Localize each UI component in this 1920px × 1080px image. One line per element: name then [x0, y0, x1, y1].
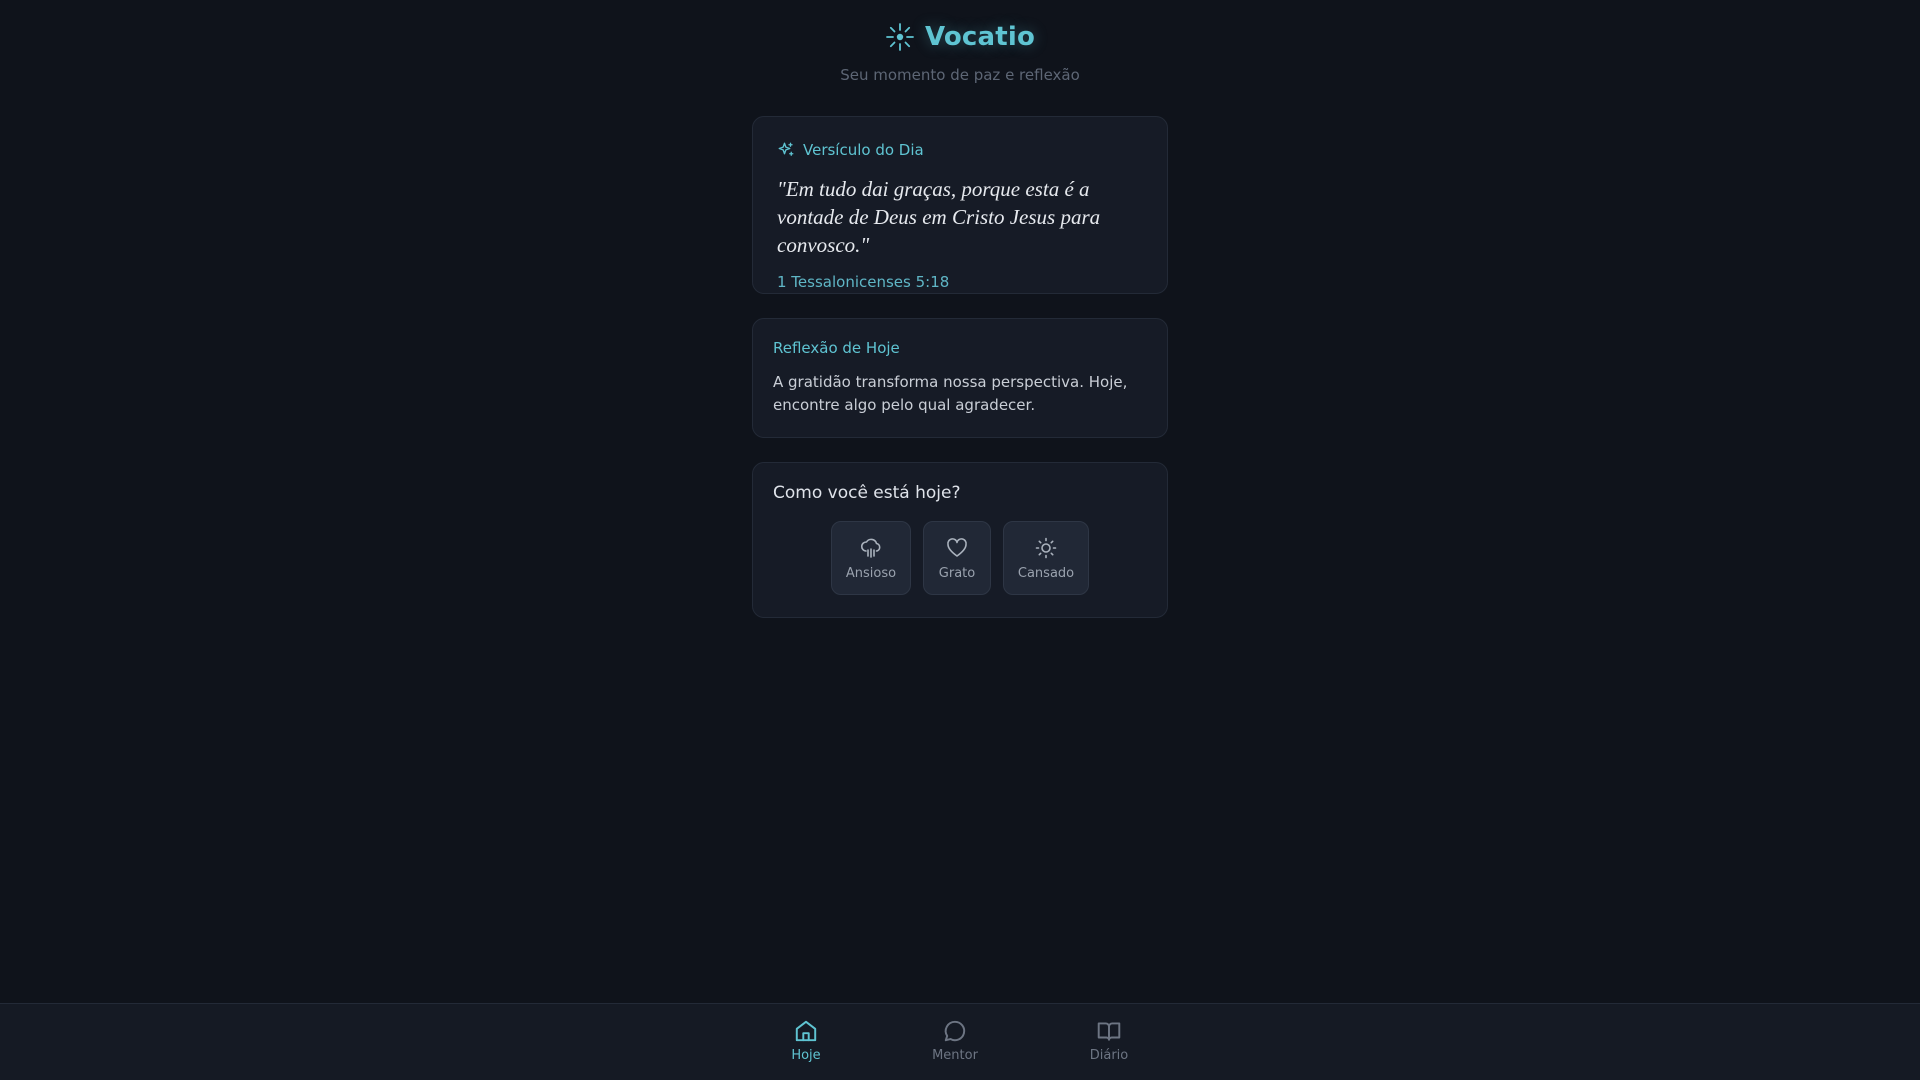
- mood-label: Grato: [938, 565, 976, 581]
- verse-label: Versículo do Dia: [777, 141, 1143, 159]
- verse-reference: 1 Tessalonicenses 5:18: [777, 273, 950, 291]
- chat-bubble-icon: [942, 1018, 968, 1044]
- mood-options: Ansioso Grato Cansado: [773, 521, 1147, 595]
- mood-button-ansioso[interactable]: Ansioso: [831, 521, 911, 595]
- nav-item-hoje[interactable]: Hoje: [766, 1018, 846, 1063]
- cloud-rain-icon: [859, 536, 883, 560]
- reflection-text: A gratidão transforma nossa perspectiva.…: [773, 373, 1128, 414]
- nav-label: Hoje: [791, 1048, 821, 1063]
- nav-item-mentor[interactable]: Mentor: [915, 1018, 995, 1063]
- mood-label: Ansioso: [845, 565, 897, 581]
- reflection-title: Reflexão de Hoje: [773, 339, 900, 357]
- mood-card: Como você está hoje? Ansioso Grato Cansa…: [752, 462, 1168, 618]
- heart-icon: [945, 536, 969, 560]
- verse-text: "Em tudo dai graças, porque esta é a von…: [777, 177, 1101, 257]
- verse-label-text: Versículo do Dia: [803, 141, 924, 159]
- nav-item-diario[interactable]: Diário: [1069, 1018, 1149, 1063]
- sun-burst-icon: [885, 22, 915, 52]
- app-title: Vocatio: [924, 22, 1036, 52]
- mood-button-cansado[interactable]: Cansado: [1003, 521, 1089, 595]
- nav-label: Diário: [1089, 1048, 1129, 1063]
- mood-button-grato[interactable]: Grato: [923, 521, 991, 595]
- home-icon: [793, 1018, 819, 1044]
- app-header: Vocatio Seu momento de paz e reflexão: [0, 22, 1920, 84]
- verse-card: Versículo do Dia "Em tudo dai graças, po…: [752, 116, 1168, 294]
- mood-question: Como você está hoje?: [773, 483, 961, 503]
- book-open-icon: [1096, 1018, 1122, 1044]
- sun-icon: [1034, 536, 1058, 560]
- mood-label: Cansado: [1017, 565, 1075, 581]
- nav-label: Mentor: [932, 1048, 978, 1063]
- bottom-nav: Hoje Mentor Diário: [0, 1003, 1920, 1080]
- reflection-card: Reflexão de Hoje A gratidão transforma n…: [752, 318, 1168, 438]
- app-subtitle: Seu momento de paz e reflexão: [840, 66, 1080, 84]
- sparkles-icon: [777, 141, 795, 159]
- brand: Vocatio: [885, 22, 1035, 52]
